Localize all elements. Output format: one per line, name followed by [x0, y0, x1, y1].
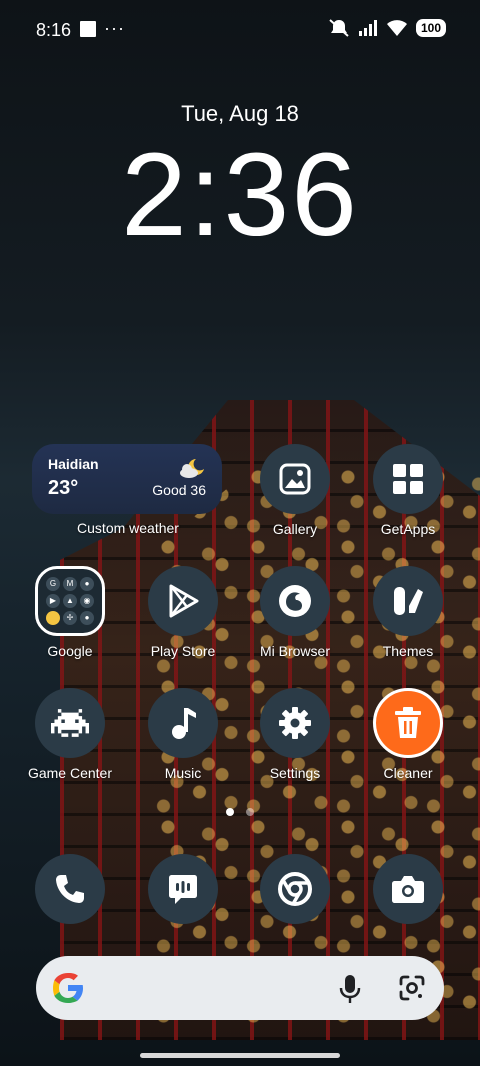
mi-browser-icon: [279, 585, 311, 617]
themes-icon: [394, 587, 423, 615]
status-bar: 8:16 ··· 100: [0, 0, 480, 60]
app-game-center[interactable]: Game Center: [20, 688, 120, 781]
page-dot-active[interactable]: [226, 808, 234, 816]
drive-icon: ▲: [63, 594, 77, 608]
google-folder-icon: G M ● ▶ ▲ ◉ ✢ ●: [35, 566, 105, 636]
play-store-icon: [169, 584, 199, 618]
signal-icon: [358, 20, 377, 36]
messages-icon: [169, 875, 197, 904]
wifi-icon: [386, 20, 407, 36]
app-music[interactable]: Music: [133, 688, 233, 781]
dock-phone[interactable]: [20, 854, 120, 924]
app-cleaner-label: Cleaner: [383, 765, 433, 781]
folder-google-label: Google: [47, 643, 93, 659]
partly-cloudy-night-icon: [180, 459, 204, 478]
app-play-store[interactable]: Play Store: [133, 566, 233, 659]
clock-display[interactable]: 2:36: [0, 130, 480, 260]
google-search-bar[interactable]: [36, 956, 444, 1020]
folder-google[interactable]: G M ● ▶ ▲ ◉ ✢ ● Google: [20, 566, 120, 659]
more-notifications-icon: ···: [104, 18, 125, 38]
weather-air-quality: Good 36: [152, 482, 206, 498]
gmail-icon: M: [63, 577, 77, 591]
weather-widget-label: Custom weather: [77, 520, 179, 536]
contacts-icon: ●: [80, 611, 94, 625]
youtube-icon: ▶: [46, 594, 60, 608]
google-app-icon: G: [46, 577, 60, 591]
microphone-icon[interactable]: [338, 974, 362, 1004]
google-lens-icon[interactable]: [398, 974, 426, 1002]
app-themes-label: Themes: [382, 643, 434, 659]
youtube-music-icon: ◉: [80, 594, 94, 608]
music-note-icon: [172, 708, 196, 739]
weather-temperature: 23°: [48, 477, 79, 499]
dock-chrome[interactable]: [245, 854, 345, 924]
app-game-center-label: Game Center: [27, 765, 113, 781]
weather-widget[interactable]: Haidian 23° Good 36: [32, 444, 222, 514]
app-play-store-label: Play Store: [150, 643, 216, 659]
duo-icon: [46, 611, 60, 625]
battery-level: 100: [415, 19, 446, 37]
date-display: Tue, Aug 18: [181, 101, 299, 126]
page-dot[interactable]: [246, 808, 254, 816]
status-time: 8:16: [36, 20, 72, 40]
app-gallery-label: Gallery: [272, 521, 318, 537]
app-mi-browser-label: Mi Browser: [259, 643, 330, 659]
weather-city: Haidian: [48, 456, 99, 472]
app-mi-browser[interactable]: Mi Browser: [245, 566, 345, 659]
app-settings-label: Settings: [269, 765, 321, 781]
app-getapps-label: GetApps: [380, 521, 436, 537]
space-invader-icon: [51, 709, 89, 737]
google-logo-icon: [53, 972, 83, 1003]
photos-icon: ✢: [63, 611, 77, 625]
app-themes[interactable]: Themes: [358, 566, 458, 659]
chrome-icon: [278, 872, 312, 906]
gesture-navigation-bar[interactable]: [140, 1053, 340, 1058]
trash-icon: [395, 707, 421, 738]
notification-square-icon: [80, 21, 96, 37]
app-settings[interactable]: Settings: [245, 688, 345, 781]
getapps-icon: [393, 464, 423, 494]
phone-icon: [56, 875, 84, 903]
app-getapps[interactable]: GetApps: [358, 444, 458, 537]
gear-icon: [279, 707, 311, 739]
dock-camera[interactable]: [358, 854, 458, 924]
gallery-icon: [279, 463, 311, 495]
camera-icon: [392, 876, 424, 903]
mute-icon: [329, 19, 349, 37]
maps-icon: ●: [80, 577, 94, 591]
app-music-label: Music: [164, 765, 202, 781]
app-cleaner[interactable]: Cleaner: [358, 688, 458, 781]
app-gallery[interactable]: Gallery: [245, 444, 345, 537]
dock-messages[interactable]: [133, 854, 233, 924]
